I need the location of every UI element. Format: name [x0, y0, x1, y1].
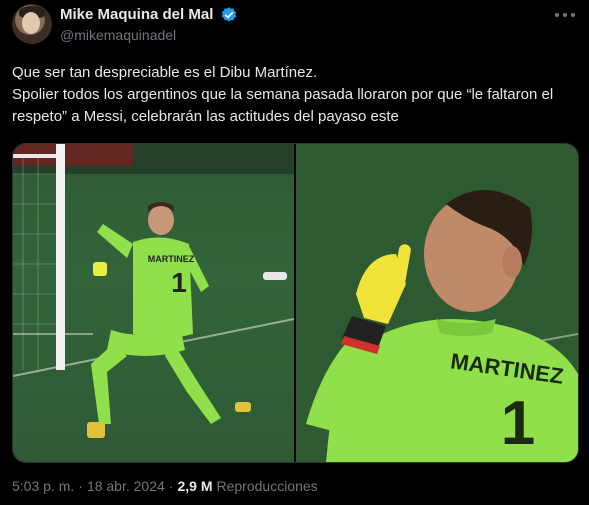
views-count[interactable]: 2,9 M	[177, 478, 212, 494]
goalkeeper-shushing-illustration: MARTINEZ 1	[296, 144, 578, 462]
views-label: Reproducciones	[216, 478, 318, 494]
more-options-icon[interactable]	[555, 8, 575, 22]
meta-separator: ·	[78, 478, 83, 494]
avatar-face	[22, 12, 40, 34]
tweet-text-line-2: Spolier todos los argentinos que la sema…	[12, 86, 554, 125]
meta-separator-2: ·	[168, 478, 174, 494]
tweet-text-line-1: Que ser tan despreciable es el Dibu Mart…	[12, 64, 318, 81]
tweet-text: Que ser tan despreciable es el Dibu Mart…	[12, 62, 577, 128]
avatar[interactable]	[12, 4, 52, 44]
tweet-media[interactable]: 1 MARTINEZ MARTINEZ 1	[12, 143, 579, 463]
author-display-name[interactable]: Mike Maquina del Mal	[60, 6, 213, 23]
tweet-time[interactable]: 5:03 p. m.	[12, 478, 74, 494]
verified-badge-icon	[221, 7, 237, 22]
left-jersey-number: 1	[171, 267, 187, 298]
tweet-date[interactable]: 18 abr. 2024	[87, 478, 165, 494]
right-jersey-number: 1	[501, 389, 535, 458]
media-image-right[interactable]: MARTINEZ 1	[296, 144, 578, 462]
tweet-meta: 5:03 p. m. · 18 abr. 2024 · 2,9 M Reprod…	[12, 478, 318, 494]
author-handle[interactable]: @mikemaquinadel	[60, 27, 176, 43]
goalkeeper-celebrating-illustration: 1 MARTINEZ	[13, 144, 294, 438]
media-image-left[interactable]: 1 MARTINEZ	[13, 144, 294, 462]
left-jersey-name: MARTINEZ	[148, 254, 195, 264]
